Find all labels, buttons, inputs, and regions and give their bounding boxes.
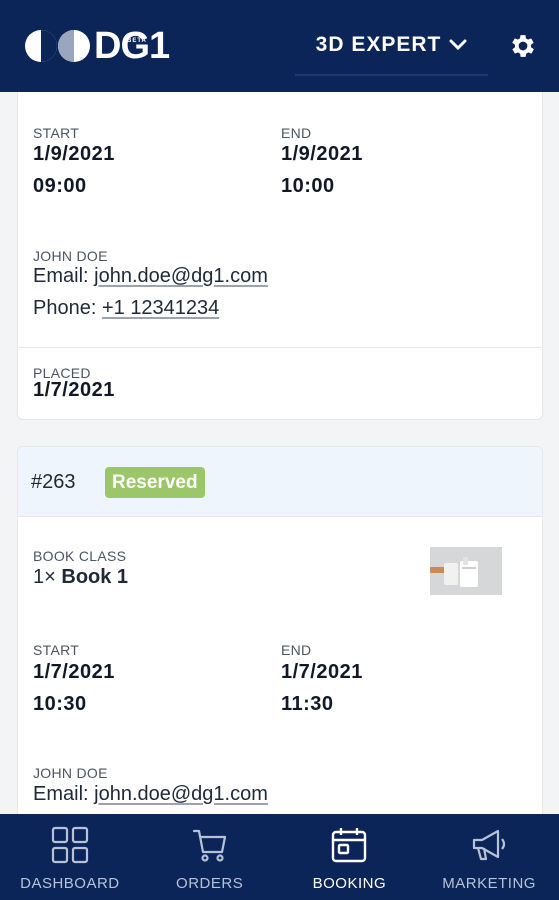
nav-item-dashboard[interactable]: DASHBOARD bbox=[0, 814, 140, 900]
chevron-down-icon bbox=[449, 39, 467, 51]
expert-dropdown[interactable]: 3D EXPERT bbox=[295, 16, 488, 76]
item-quantity: 1× bbox=[33, 566, 56, 588]
start-time: 09:00 bbox=[33, 175, 87, 197]
nav-item-marketing[interactable]: MARKETING bbox=[419, 814, 559, 900]
expert-dropdown-label: 3D EXPERT bbox=[315, 33, 442, 56]
end-date: 1/7/2021 bbox=[281, 661, 363, 683]
booking-card[interactable]: #263 Reserved BOOK CLASS 1× Book 1 START bbox=[17, 446, 543, 814]
nav-label: BOOKING bbox=[312, 875, 387, 892]
nav-label: DASHBOARD bbox=[20, 875, 120, 892]
start-date: 1/7/2021 bbox=[33, 661, 115, 683]
end-time: 10:00 bbox=[281, 175, 335, 197]
email-row: Email: john.doe@dg1.com bbox=[33, 783, 268, 806]
bottom-nav: DASHBOARD ORDERS BOOKING MARKETING bbox=[0, 814, 559, 900]
nav-item-booking[interactable]: BOOKING bbox=[280, 814, 420, 900]
nav-label: ORDERS bbox=[176, 875, 244, 892]
end-label: END bbox=[281, 642, 312, 658]
start-label: START bbox=[33, 125, 80, 141]
grid-icon bbox=[51, 826, 88, 864]
megaphone-icon bbox=[473, 829, 506, 861]
email-link[interactable]: john.doe@dg1.com bbox=[94, 265, 268, 287]
gear-icon[interactable] bbox=[508, 31, 538, 61]
start-label: START bbox=[33, 642, 80, 658]
customer-name: JOHN DOE bbox=[33, 765, 108, 781]
calendar-icon bbox=[332, 828, 367, 863]
phone-link[interactable]: +1 12341234 bbox=[102, 297, 219, 319]
logo-text: DG1 bbox=[94, 25, 170, 67]
class-label: BOOK CLASS bbox=[33, 548, 127, 564]
end-label: END bbox=[281, 125, 312, 141]
order-id: #263 bbox=[31, 471, 76, 493]
item-thumbnail bbox=[430, 547, 502, 595]
start-time: 10:30 bbox=[33, 693, 87, 715]
logo[interactable]: DG1 bbox=[24, 24, 170, 68]
card-divider bbox=[18, 347, 542, 348]
card-header: #263 Reserved bbox=[18, 447, 542, 517]
start-date: 1/9/2021 bbox=[33, 143, 115, 165]
phone-label: Phone: bbox=[33, 297, 97, 319]
customer-name: JOHN DOE bbox=[33, 248, 108, 264]
end-time: 11:30 bbox=[281, 693, 334, 715]
book-image-icon bbox=[430, 547, 502, 595]
app-root: DG1 BETA 3D EXPERT START 1/9/2021 09:00 … bbox=[0, 0, 559, 900]
phone-row: Phone: +1 12341234 bbox=[33, 297, 219, 320]
email-link[interactable]: john.doe@dg1.com bbox=[94, 783, 268, 805]
booking-card: START 1/9/2021 09:00 END 1/9/2021 10:00 … bbox=[17, 92, 543, 420]
item-name: Book 1 bbox=[61, 566, 129, 588]
email-row: Email: john.doe@dg1.com bbox=[33, 265, 268, 288]
end-date: 1/9/2021 bbox=[281, 143, 363, 165]
bookings-list[interactable]: START 1/9/2021 09:00 END 1/9/2021 10:00 … bbox=[0, 92, 559, 814]
beta-label: BETA bbox=[127, 38, 147, 44]
status-badge: Reserved bbox=[105, 467, 205, 498]
placed-date: 1/7/2021 bbox=[33, 379, 115, 401]
email-label: Email: bbox=[33, 783, 89, 805]
nav-item-orders[interactable]: ORDERS bbox=[140, 814, 280, 900]
logo-mark-icon bbox=[25, 30, 90, 62]
nav-label: MARKETING bbox=[442, 875, 536, 892]
item-row: 1× Book 1 bbox=[33, 566, 128, 589]
top-header: DG1 BETA 3D EXPERT bbox=[0, 0, 559, 92]
email-label: Email: bbox=[33, 265, 89, 287]
cart-icon bbox=[192, 829, 226, 862]
